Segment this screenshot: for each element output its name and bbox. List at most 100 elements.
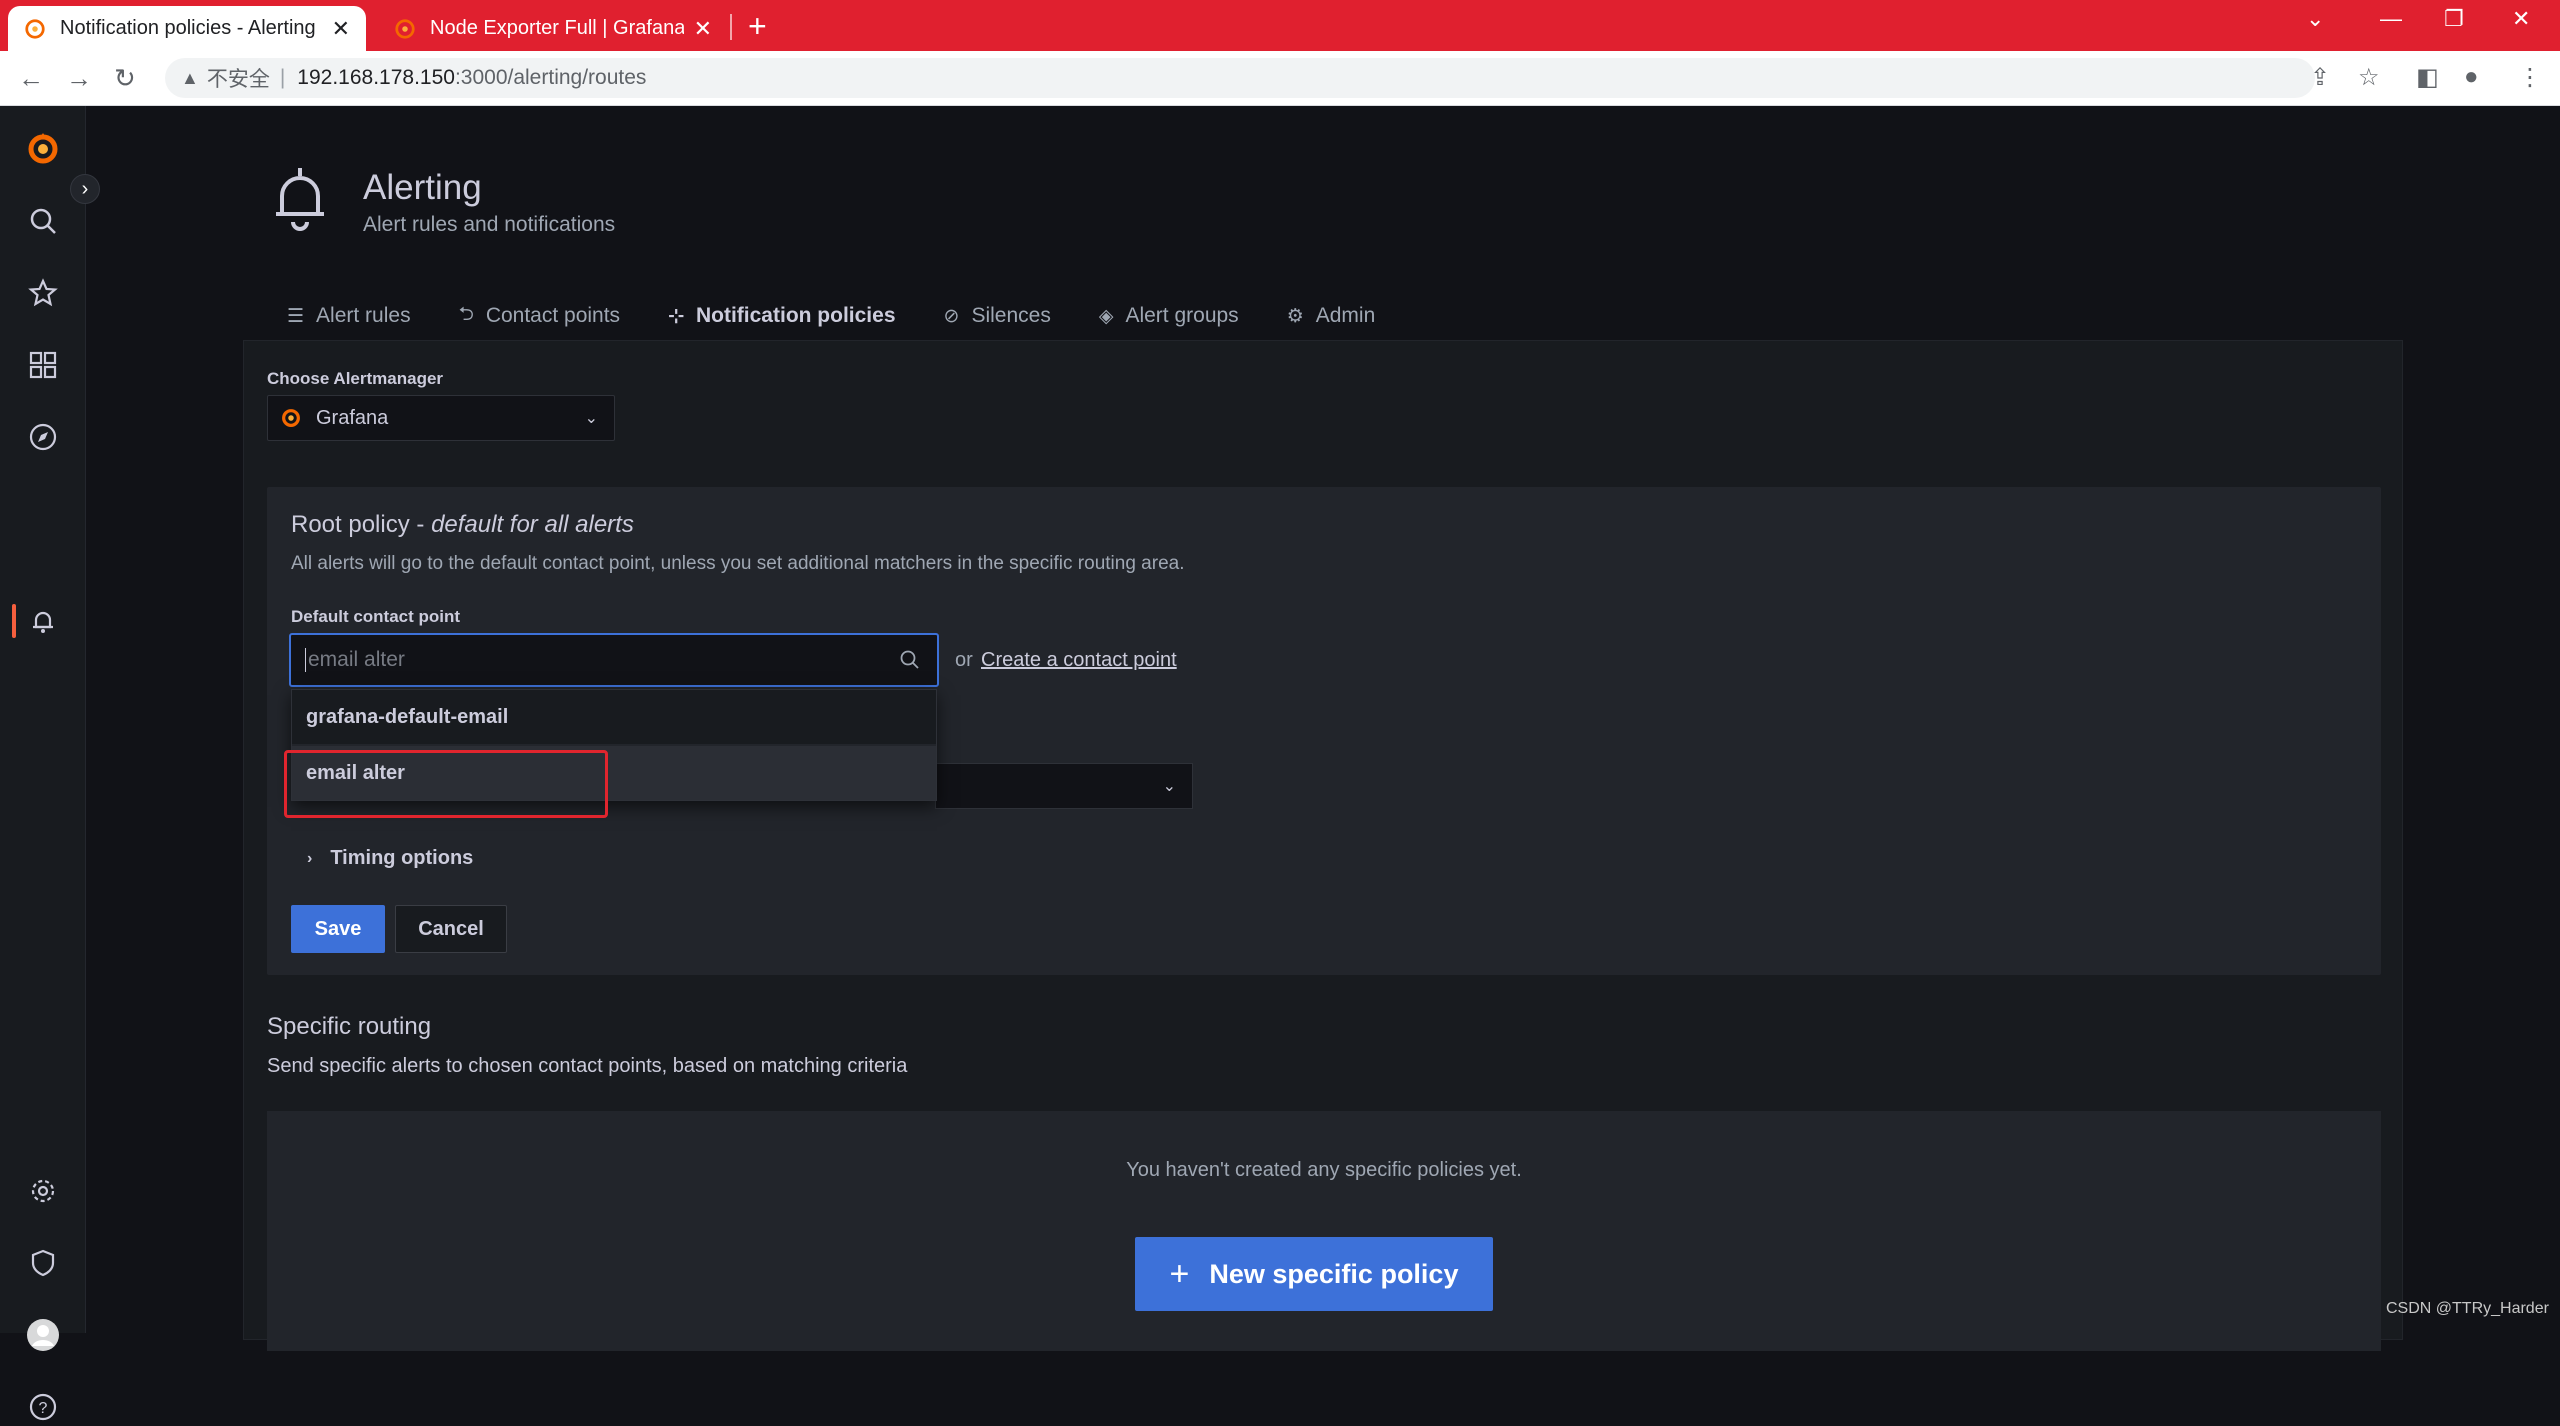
- browser-tab-strip: Notification policies - Alerting ✕ Node …: [0, 0, 2560, 51]
- browser-tab-title: Node Exporter Full | Grafana L: [430, 17, 684, 39]
- chevron-down-icon: ⌄: [1162, 778, 1176, 795]
- tab-admin[interactable]: ⚙ Admin: [1287, 286, 1376, 346]
- close-tab-icon[interactable]: ✕: [694, 16, 712, 42]
- specific-routing-title: Specific routing: [267, 1013, 432, 1040]
- root-policy-title: Root policy - default for all alerts: [291, 511, 634, 539]
- address-divider: |: [279, 66, 286, 89]
- forward-icon[interactable]: →: [66, 63, 92, 94]
- avatar[interactable]: [24, 1316, 62, 1354]
- root-policy-description: All alerts will go to the default contac…: [291, 553, 1185, 574]
- tab-notification-policies[interactable]: ⊹ Notification policies: [652, 286, 921, 346]
- root-policy-panel: Root policy - default for all alerts All…: [267, 487, 2381, 975]
- bell-slash-icon: ⊘: [943, 305, 960, 327]
- tab-label: Notification policies: [695, 304, 896, 327]
- root-policy-title-em: default for all alerts: [431, 511, 634, 538]
- watermark: CSDN @TTRy_Harder: [2386, 1300, 2549, 1317]
- save-button[interactable]: Save: [291, 905, 385, 953]
- group-by-select[interactable]: ⌄: [935, 763, 1193, 809]
- create-contact-point-link[interactable]: Create a contact point: [981, 649, 1177, 672]
- browser-tab-notification-policies[interactable]: Notification policies - Alerting ✕: [8, 6, 366, 51]
- new-tab-button[interactable]: +: [748, 8, 767, 45]
- star-icon[interactable]: [24, 274, 62, 312]
- tab-label: Alert rules: [316, 304, 411, 327]
- help-icon[interactable]: ?: [24, 1388, 62, 1426]
- back-icon[interactable]: ←: [18, 63, 44, 94]
- alertmanager-label: Choose Alertmanager: [267, 369, 444, 388]
- gear-icon[interactable]: [24, 1172, 62, 1210]
- comment-alt-share-icon: ⮌: [458, 304, 474, 325]
- empty-state-text: You haven't created any specific policie…: [1126, 1159, 1522, 1181]
- shield-icon[interactable]: [24, 1244, 62, 1282]
- page-subtitle: Alert rules and notifications: [363, 213, 616, 236]
- alerting-bell-icon[interactable]: [24, 602, 62, 640]
- grafana-favicon-icon: [395, 18, 415, 39]
- chevron-down-icon: ⌄: [584, 410, 598, 427]
- root-policy-title-main: Root policy -: [291, 511, 432, 538]
- tab-alert-rules[interactable]: ☰ Alert rules: [287, 286, 411, 346]
- timing-options-label: Timing options: [330, 847, 474, 869]
- active-nav-indicator: [12, 604, 16, 638]
- share-icon[interactable]: ⇪: [2310, 63, 2330, 92]
- browser-tab-title: Notification policies - Alerting: [60, 17, 316, 39]
- tab-label: Alert groups: [1125, 304, 1239, 327]
- sitemap-icon: ⊹: [668, 305, 684, 327]
- warning-icon[interactable]: ▲: [181, 68, 199, 89]
- specific-routing-empty-panel: You haven't created any specific policie…: [267, 1111, 2381, 1351]
- chevron-right-icon: ›: [307, 849, 313, 867]
- address-bar[interactable]: ▲ 不安全 | 192.168.178.150:3000/alerting/ro…: [165, 58, 2315, 98]
- profile-icon[interactable]: ●: [2464, 63, 2479, 91]
- url-path: :3000/alerting/routes: [454, 66, 647, 89]
- tab-label: Contact points: [485, 304, 621, 327]
- cancel-button[interactable]: Cancel: [395, 905, 507, 953]
- side-panel-icon[interactable]: ◧: [2416, 63, 2439, 92]
- cog-icon: ⚙: [1286, 305, 1304, 327]
- url-host: 192.168.178.150: [297, 66, 455, 89]
- plus-icon: +: [1169, 1254, 1190, 1293]
- security-label[interactable]: 不安全: [207, 63, 270, 93]
- close-tab-icon[interactable]: ✕: [332, 16, 350, 42]
- svg-text:?: ?: [39, 1400, 48, 1417]
- highlight-annotation-box: [284, 750, 608, 818]
- new-specific-policy-label: New specific policy: [1209, 1258, 1459, 1289]
- reload-icon[interactable]: ↻: [114, 63, 136, 94]
- dashboards-icon[interactable]: [24, 346, 62, 384]
- tab-search-icon[interactable]: ⌄: [2306, 6, 2324, 32]
- tab-silences[interactable]: ⊘ Silences: [944, 286, 1051, 346]
- window-close-icon[interactable]: ✕: [2512, 6, 2530, 32]
- tab-label: Admin: [1315, 304, 1376, 327]
- restore-icon[interactable]: ❐: [2444, 6, 2464, 32]
- minimize-icon[interactable]: —: [2380, 6, 2402, 32]
- or-text: or: [955, 649, 973, 671]
- option-grafana-default-email[interactable]: grafana-default-email: [292, 690, 936, 744]
- new-specific-policy-button[interactable]: + New specific policy: [1135, 1237, 1493, 1311]
- timing-options-toggle[interactable]: › Timing options: [307, 847, 473, 870]
- list-icon: ☰: [287, 305, 305, 327]
- grafana-logo-icon: [282, 409, 300, 427]
- text-caret: [305, 648, 306, 672]
- alertmanager-select[interactable]: Grafana ⌄: [267, 395, 615, 441]
- browser-tab-node-exporter[interactable]: Node Exporter Full | Grafana L ✕: [378, 6, 728, 51]
- default-contact-placeholder: email alter: [308, 648, 405, 671]
- browser-toolbar: ← → ↻ ▲ 不安全 | 192.168.178.150:3000/alert…: [0, 51, 2560, 106]
- tab-separator: [730, 14, 732, 40]
- default-contact-point-input[interactable]: email alter: [289, 633, 939, 687]
- bell-icon: [272, 166, 328, 237]
- bookmark-star-icon[interactable]: ☆: [2358, 63, 2380, 92]
- alertmanager-selected-value: Grafana: [316, 406, 389, 429]
- explore-compass-icon[interactable]: [24, 418, 62, 456]
- grafana-logo-icon[interactable]: [24, 130, 62, 168]
- tab-alert-groups[interactable]: ◈ Alert groups: [1099, 286, 1239, 346]
- main-content: Alerting Alert rules and notifications ☰…: [87, 106, 2560, 1351]
- page-title: Alerting: [363, 168, 482, 207]
- layer-group-icon: ◈: [1098, 305, 1114, 327]
- tab-content: Choose Alertmanager Grafana ⌄ Root polic…: [243, 340, 2403, 1351]
- default-contact-label: Default contact point: [291, 607, 461, 626]
- page-tabs: ☰ Alert rules ⮌ Contact points ⊹ Notificati…: [287, 286, 1423, 346]
- search-icon: [900, 650, 919, 669]
- search-icon[interactable]: [24, 202, 62, 240]
- menu-icon[interactable]: ⋮: [2518, 63, 2542, 92]
- specific-routing-description: Send specific alerts to chosen contact p…: [267, 1055, 908, 1077]
- tab-contact-points[interactable]: ⮌ Contact points: [459, 286, 620, 346]
- grafana-favicon-icon: [25, 18, 45, 39]
- tab-label: Silences: [971, 304, 1051, 327]
